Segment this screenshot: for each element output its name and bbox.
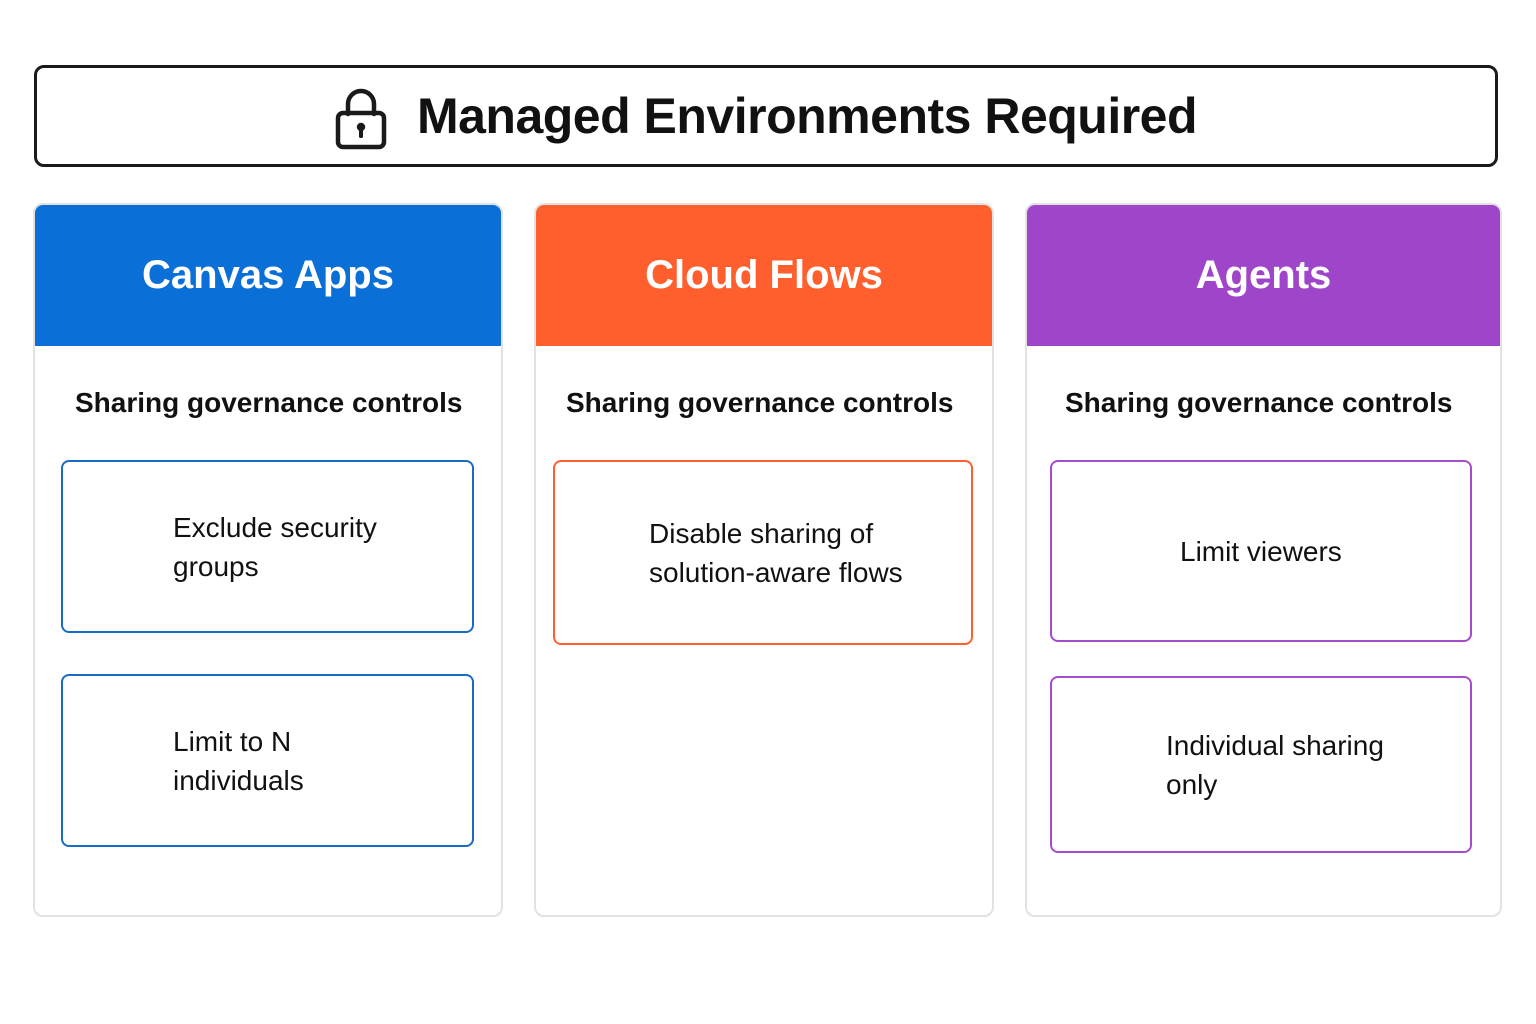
section-label-canvas-apps: Sharing governance controls [75,387,463,418]
section-label-agents: Sharing governance controls [1065,387,1453,418]
column-header-agents: Agents [1027,205,1500,346]
control-individual-sharing-only: Individual sharing only [1050,676,1472,853]
page-title: Managed Environments Required [416,88,1198,144]
control-limit-viewers: Limit viewers [1050,460,1472,642]
control-label: Individual sharing only [1166,729,1384,800]
column-cloud-flows: Cloud Flows Sharing governance controls … [534,203,994,917]
control-disable-sharing-solution-aware-flows: Disable sharing of solution-aware flows [553,460,973,645]
control-label: Exclude security groups [173,511,377,582]
lock-icon [335,88,387,150]
section-label-cloud-flows: Sharing governance controls [566,387,954,418]
control-exclude-security-groups: Exclude security groups [61,460,474,633]
column-agents: Agents Sharing governance controls Limit… [1025,203,1502,917]
control-label: Limit viewers [1180,535,1342,567]
column-header-cloud-flows: Cloud Flows [536,205,992,346]
control-limit-to-n-individuals: Limit to N individuals [61,674,474,847]
column-header-canvas-apps: Canvas Apps [35,205,501,346]
control-label: Limit to N individuals [173,725,304,796]
control-label: Disable sharing of solution-aware flows [649,517,903,588]
header-banner: Managed Environments Required [34,65,1498,167]
column-canvas-apps: Canvas Apps Sharing governance controls … [33,203,503,917]
